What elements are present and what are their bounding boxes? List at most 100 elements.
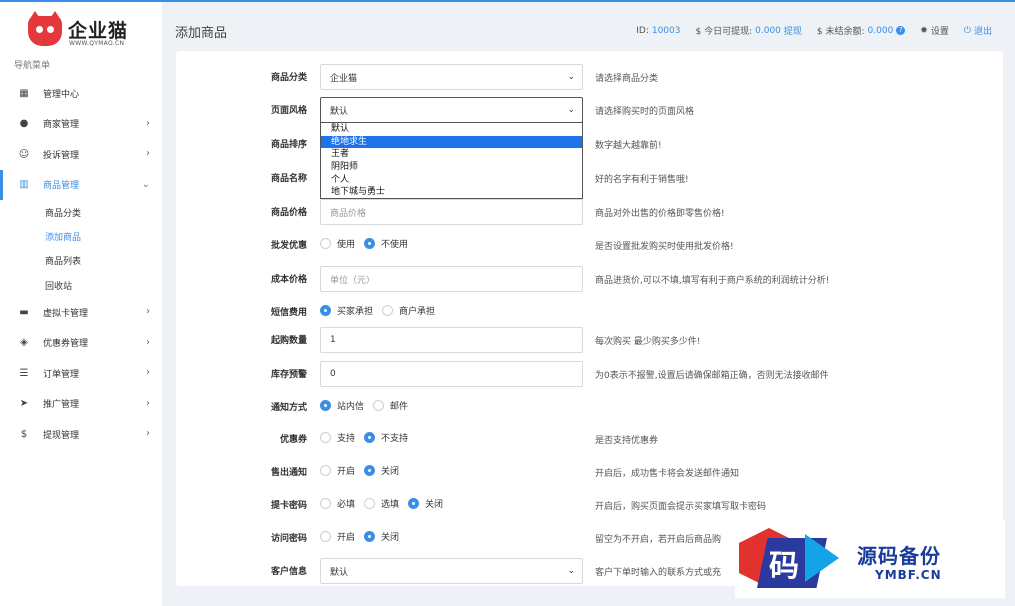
watermark-logo-icon: 码: [735, 528, 845, 590]
watermark-en-text: YMBF.CN: [875, 568, 942, 582]
style-select[interactable]: 默认 ⌄: [320, 97, 583, 123]
radio-button[interactable]: [320, 238, 331, 249]
radio-label: 不支持: [381, 434, 409, 444]
chevron-right-icon: ›: [146, 306, 150, 318]
nav-item-dashboard[interactable]: ▦ 管理中心: [0, 78, 162, 109]
radio-option[interactable]: 不使用: [364, 237, 408, 250]
field-label: 售出通知: [270, 468, 307, 478]
radio-button[interactable]: [364, 498, 376, 509]
sub-item-categories[interactable]: 商品分类: [0, 200, 162, 224]
radio-label: 支持: [337, 434, 356, 444]
field-hint: 好的名字有利于销售哦!: [595, 175, 689, 185]
sub-item-add-product[interactable]: 添加商品: [0, 224, 162, 248]
gear-icon[interactable]: ✹: [920, 26, 928, 36]
sub-item-recycle-bin[interactable]: 回收站: [0, 273, 162, 297]
chevron-right-icon: ›: [146, 428, 150, 440]
field-hint: 商品对外出售的价格即零售价格!: [595, 209, 725, 219]
sub-item-product-list[interactable]: 商品列表: [0, 249, 162, 273]
category-select[interactable]: 企业猫 ⌄: [320, 64, 583, 90]
price-input[interactable]: 商品价格: [320, 199, 583, 225]
nav-item-coupons[interactable]: ◈ 优惠券管理 ›: [0, 328, 162, 359]
chevron-right-icon: ›: [146, 117, 150, 129]
nav-item-virtual-cards[interactable]: ▬ 虚拟卡管理 ›: [0, 297, 162, 328]
field-hint: 是否设置批发购买时使用批发价格!: [595, 242, 734, 252]
settings-link[interactable]: 设置: [931, 24, 949, 37]
radio-option[interactable]: 开启: [320, 530, 355, 543]
nav-item-withdrawals[interactable]: $ 提现管理 ›: [0, 419, 162, 450]
unsettled-label: $ 未结余额:: [816, 27, 865, 37]
shop-icon: ▥: [19, 179, 29, 191]
radio-button-checked[interactable]: [408, 498, 420, 509]
customer-info-select[interactable]: 默认 ⌄: [320, 558, 583, 584]
radio-button-checked[interactable]: [364, 432, 376, 443]
row-sms: 短信费用 买家承担 商户承担: [176, 299, 1003, 325]
nav-item-complaints[interactable]: ☺ 投诉管理 ›: [0, 139, 162, 170]
power-icon[interactable]: ⏻: [964, 26, 971, 36]
logo[interactable]: 企业猫 WWW.QYMAO.CN: [28, 11, 138, 50]
radio-option[interactable]: 使用: [320, 237, 355, 250]
dropdown-option[interactable]: 阴阳师: [321, 161, 582, 174]
unsettled-value: 0.000: [867, 25, 894, 36]
withdraw-link[interactable]: 提现: [784, 24, 802, 37]
send-icon: ➤: [19, 398, 29, 410]
dropdown-option[interactable]: 默认: [321, 123, 582, 136]
radio-option[interactable]: 选填: [364, 497, 399, 510]
nav-item-promotion[interactable]: ➤ 推广管理 ›: [0, 389, 162, 420]
page-title: 添加商品: [175, 26, 228, 41]
radio-option[interactable]: 支持: [320, 431, 355, 444]
dropdown-option-highlighted[interactable]: 绝地求生: [321, 135, 582, 149]
dropdown-option[interactable]: 地下城与勇士: [321, 186, 582, 199]
radio-label: 开启: [337, 533, 356, 543]
radio-label: 站内信: [337, 402, 365, 412]
header: 添加商品 ID: 10003 $ 今日可提现: 0.000 提现 $ 未结余额:…: [162, 2, 1015, 50]
radio-button[interactable]: [320, 465, 331, 476]
radio-option[interactable]: 开启: [320, 464, 355, 477]
radio-button[interactable]: [320, 432, 331, 443]
stock-alert-input[interactable]: 0: [320, 361, 583, 387]
nav-item-label: 商品管理: [43, 181, 80, 192]
field-label: 通知方式: [270, 403, 307, 413]
radio-option[interactable]: 不支持: [364, 431, 408, 444]
dropdown-option[interactable]: 王者: [321, 148, 582, 161]
field-label: 商品分类: [270, 73, 307, 83]
radio-button-checked[interactable]: [364, 238, 376, 249]
help-icon[interactable]: ?: [896, 26, 906, 35]
radio-label: 开启: [337, 467, 356, 477]
radio-option[interactable]: 关闭: [364, 530, 399, 543]
min-qty-input[interactable]: 1: [320, 327, 583, 353]
nav-item-orders[interactable]: ☰ 订单管理 ›: [0, 358, 162, 389]
field-label: 起购数量: [270, 336, 307, 346]
radio-option[interactable]: 买家承担: [320, 304, 373, 317]
radio-button-checked[interactable]: [320, 400, 331, 411]
dropdown-option[interactable]: 个人: [321, 174, 582, 187]
radio-button[interactable]: [320, 531, 331, 542]
tag-icon: ◈: [20, 337, 28, 349]
radio-button-checked[interactable]: [364, 465, 376, 476]
cost-input[interactable]: 单位（元）: [320, 266, 583, 292]
style-value: 默认: [330, 106, 349, 117]
nav-item-products[interactable]: ▥ 商品管理 ⌄: [0, 169, 162, 201]
id-value: 10003: [651, 25, 681, 36]
radio-label: 邮件: [390, 402, 409, 412]
radio-button[interactable]: [373, 400, 385, 411]
logout-link[interactable]: 退出: [974, 24, 992, 37]
field-label: 库存预警: [270, 370, 307, 380]
nav-item-label: 推广管理: [43, 400, 80, 411]
field-label: 页面风格: [270, 106, 307, 116]
chevron-down-icon: ⌄: [567, 566, 575, 576]
nav-item-merchants[interactable]: ● 商家管理 ›: [0, 109, 162, 140]
radio-option[interactable]: 关闭: [408, 497, 443, 510]
radio-option[interactable]: 必填: [320, 497, 355, 510]
category-value: 企业猫: [330, 73, 358, 84]
radio-option[interactable]: 邮件: [373, 399, 408, 412]
withdrawable-value: 0.000: [755, 25, 781, 36]
radio-button-checked[interactable]: [364, 531, 376, 542]
radio-option[interactable]: 关闭: [364, 464, 399, 477]
field-label: 客户信息: [270, 567, 307, 577]
radio-option[interactable]: 站内信: [320, 399, 364, 412]
card-password-radio-group: 必填 选填 关闭: [320, 497, 452, 510]
radio-button-checked[interactable]: [320, 305, 331, 316]
radio-button[interactable]: [320, 498, 331, 509]
radio-option[interactable]: 商户承担: [382, 304, 435, 317]
radio-button[interactable]: [382, 305, 394, 316]
